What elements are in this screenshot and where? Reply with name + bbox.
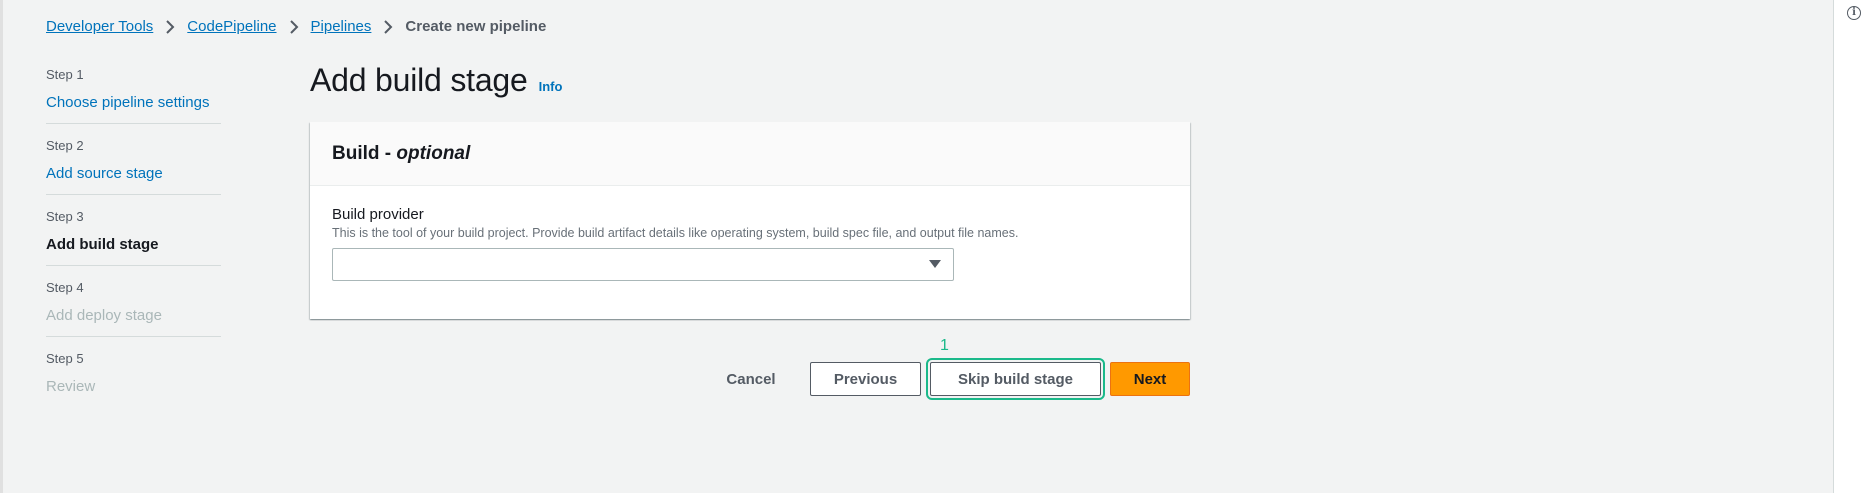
build-container: Build - optional Build provider This is … — [310, 122, 1190, 319]
build-provider-label: Build provider — [332, 206, 424, 223]
wizard-step-4: Step 4 Add deploy stage — [46, 279, 221, 337]
breadcrumb-pipelines[interactable]: Pipelines — [311, 18, 372, 35]
step-link-choose-pipeline-settings[interactable]: Choose pipeline settings — [46, 92, 221, 114]
page-title: Add build stage — [310, 62, 528, 98]
wizard-step-2: Step 2 Add source stage — [46, 137, 221, 195]
breadcrumb: Developer Tools CodePipeline Pipelines C… — [46, 15, 546, 37]
build-provider-select[interactable] — [332, 248, 954, 281]
wizard-steps: Step 1 Choose pipeline settings Step 2 A… — [46, 66, 221, 420]
left-border — [0, 0, 3, 493]
chevron-right-icon — [283, 18, 305, 35]
page-header: Add build stage Info — [310, 62, 562, 99]
breadcrumb-developer-tools[interactable]: Developer Tools — [46, 18, 153, 35]
step-disabled-add-deploy-stage: Add deploy stage — [46, 307, 162, 324]
tools-panel — [1834, 0, 1872, 493]
step-number: Step 5 — [46, 351, 84, 366]
next-button[interactable]: Next — [1110, 362, 1190, 396]
step-number: Step 3 — [46, 209, 84, 224]
step-link-add-source-stage[interactable]: Add source stage — [46, 163, 221, 185]
previous-button[interactable]: Previous — [810, 362, 921, 396]
skip-build-stage-button[interactable]: Skip build stage — [926, 358, 1105, 400]
breadcrumb-codepipeline[interactable]: CodePipeline — [187, 18, 276, 35]
caret-down-icon — [929, 260, 941, 268]
container-body: Build provider This is the tool of your … — [310, 186, 1190, 300]
step-number: Step 4 — [46, 280, 84, 295]
breadcrumb-current: Create new pipeline — [405, 17, 547, 35]
wizard-step-3: Step 3 Add build stage — [46, 208, 221, 266]
step-number: Step 2 — [46, 138, 84, 153]
step-current-add-build-stage: Add build stage — [46, 236, 159, 253]
container-title-prefix: Build - — [332, 142, 397, 164]
chevron-right-icon — [377, 18, 399, 35]
wizard-step-5: Step 5 Review — [46, 350, 221, 407]
action-marker: 1 — [940, 337, 949, 354]
info-link[interactable]: Info — [539, 79, 563, 94]
step-disabled-review: Review — [46, 378, 96, 395]
wizard-step-1: Step 1 Choose pipeline settings — [46, 66, 221, 124]
container-title-optional: optional — [396, 142, 471, 164]
container-header: Build - optional — [310, 122, 1190, 186]
container-title: Build - optional — [332, 143, 470, 165]
cancel-button[interactable]: Cancel — [708, 362, 794, 396]
step-number: Step 1 — [46, 67, 84, 82]
info-circle-icon[interactable]: i — [1847, 6, 1861, 20]
chevron-right-icon — [159, 18, 181, 35]
page: Developer Tools CodePipeline Pipelines C… — [0, 0, 1872, 493]
build-provider-description: This is the tool of your build project. … — [332, 226, 1019, 240]
